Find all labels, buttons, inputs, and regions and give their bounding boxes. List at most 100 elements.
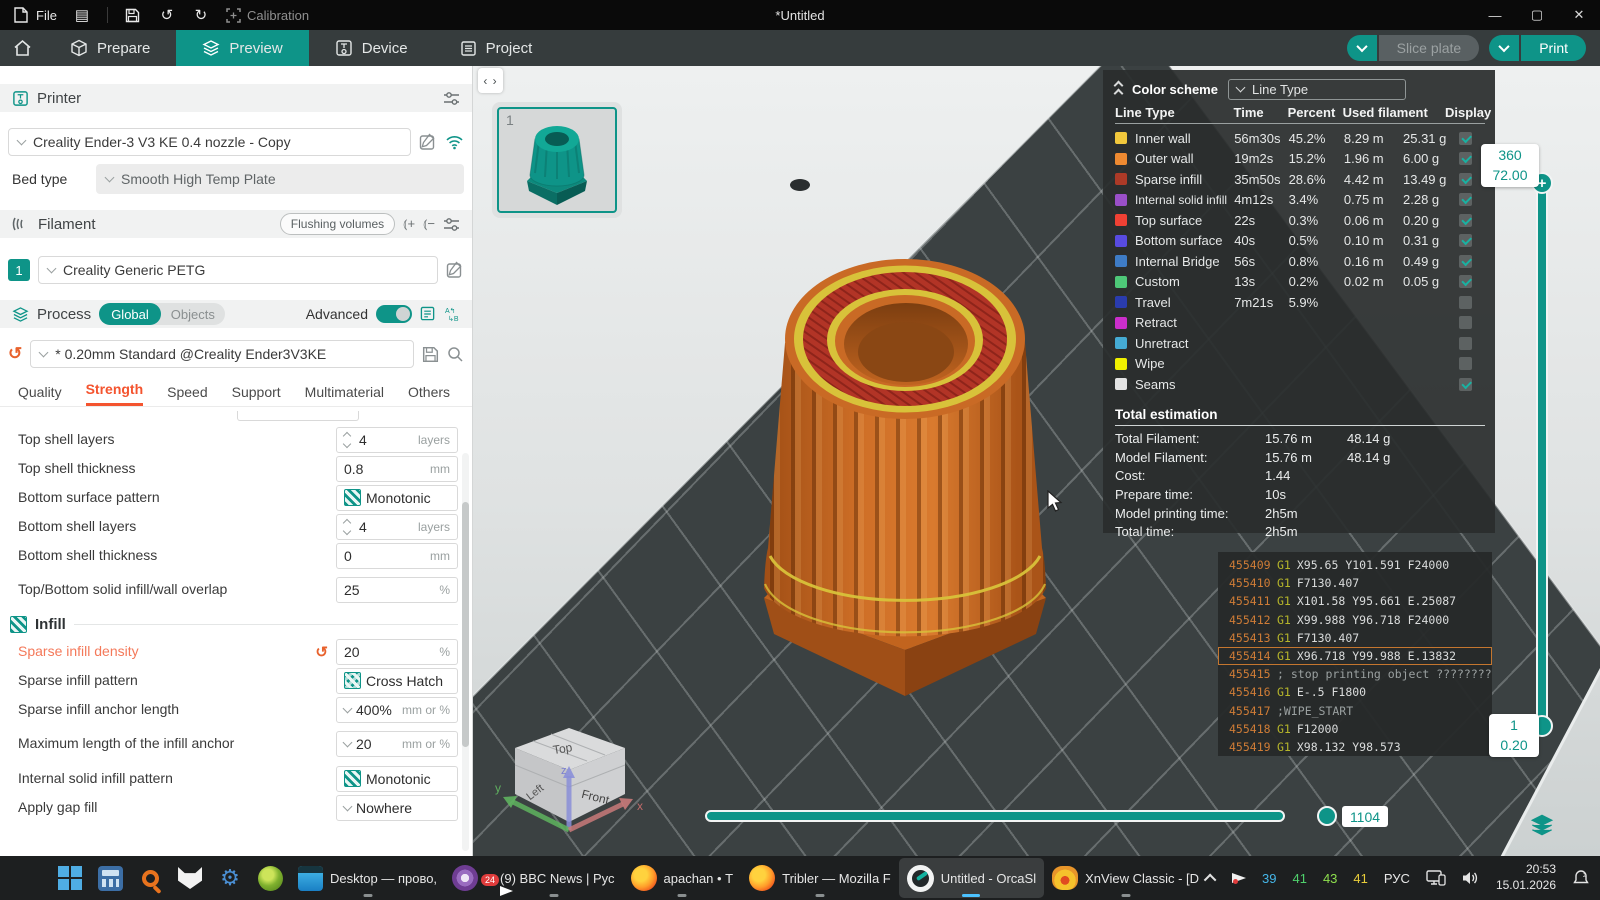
gear-app-icon[interactable]: ⚙ xyxy=(210,858,250,898)
navigation-cube[interactable]: Top Left Front z y x xyxy=(491,718,651,848)
advanced-toggle[interactable] xyxy=(376,305,412,323)
display-checkbox[interactable] xyxy=(1459,214,1472,227)
close-button[interactable]: ✕ xyxy=(1558,0,1600,30)
edit-filament-icon[interactable] xyxy=(446,261,464,279)
bottom-surface-pattern-select[interactable]: Monotonic xyxy=(336,485,458,511)
minimize-button[interactable]: — xyxy=(1474,0,1516,30)
volume-icon[interactable] xyxy=(1462,870,1480,886)
telegram-tray-icon[interactable] xyxy=(1232,873,1246,883)
gcode-line-selected[interactable]: 455414G1X96.718 Y99.988 E.13832 xyxy=(1218,647,1492,665)
parameter-list-icon[interactable] xyxy=(420,306,436,322)
gcode-line[interactable]: 455411G1X101.58 Y95.661 E.25087 xyxy=(1218,592,1492,610)
layer-slider[interactable] xyxy=(1536,177,1548,734)
display-checkbox[interactable] xyxy=(1459,132,1472,145)
plate-thumbnail[interactable]: 1 xyxy=(492,102,622,218)
color-scheme-select[interactable]: Line Type xyxy=(1228,79,1406,100)
display-checkbox[interactable] xyxy=(1459,193,1472,206)
collapse-panel-button[interactable]: ‹ › xyxy=(478,68,503,93)
tab-prepare[interactable]: Prepare xyxy=(44,30,176,66)
display-checkbox[interactable] xyxy=(1459,337,1472,350)
redo-icon[interactable]: ↻ xyxy=(192,6,210,24)
solid-infill-overlap-input[interactable]: 25 % xyxy=(336,577,458,603)
stepper-icon[interactable] xyxy=(344,520,354,534)
taskbar-window-desktop[interactable]: Desktop — прово, xyxy=(290,858,445,898)
preview-viewport[interactable]: ‹ › 1 Color scheme Line Type xyxy=(473,66,1600,856)
gcode-line[interactable]: 455413G1F7130.407 xyxy=(1218,629,1492,647)
home-button[interactable] xyxy=(0,30,44,66)
menu-icon[interactable]: ▤ xyxy=(73,6,91,24)
tab-preview[interactable]: Preview xyxy=(176,30,308,66)
network-icon[interactable] xyxy=(1426,870,1446,886)
infill-anchor-max-select[interactable]: 20 mm or % xyxy=(336,731,458,757)
apply-gap-fill-select[interactable]: Nowhere xyxy=(336,795,458,821)
process-preset-select[interactable]: * 0.20mm Standard @Creality Ender3V3KE xyxy=(30,340,414,368)
print-button[interactable]: Print xyxy=(1489,35,1586,61)
compare-presets-icon[interactable]: A↰↳B xyxy=(444,306,460,322)
flushing-volumes-button[interactable]: Flushing volumes xyxy=(280,213,395,235)
add-filament-icon[interactable]: ⦅+ xyxy=(403,216,415,232)
collapse-legend-icon[interactable] xyxy=(1115,82,1122,97)
display-checkbox[interactable] xyxy=(1459,357,1472,370)
bottom-shell-thickness-input[interactable]: 0 mm xyxy=(336,543,458,569)
top-shell-thickness-input[interactable]: 0.8 mm xyxy=(336,456,458,482)
gcode-viewer[interactable]: 455409G1X95.65 Y101.591 F24000 455410G1F… xyxy=(1218,552,1492,756)
display-checkbox[interactable] xyxy=(1459,378,1472,391)
search-app-icon[interactable] xyxy=(130,858,170,898)
start-button[interactable] xyxy=(50,858,90,898)
tab-multimaterial[interactable]: Multimaterial xyxy=(305,384,384,406)
scrollbar-thumb[interactable] xyxy=(462,502,469,747)
save-preset-icon[interactable] xyxy=(422,346,439,363)
tab-strength[interactable]: Strength xyxy=(86,381,144,406)
taskbar-window-tribler[interactable]: Tribler — Mozilla F xyxy=(741,858,899,898)
taskbar-window-xnview[interactable]: XnView Classic - [D xyxy=(1044,858,1207,898)
stepper-icon[interactable] xyxy=(344,433,354,447)
slice-dropdown-icon[interactable] xyxy=(1347,35,1377,61)
gcode-line[interactable]: 455410G1F7130.407 xyxy=(1218,574,1492,592)
reset-param-icon[interactable]: ↺ xyxy=(315,643,328,661)
gcode-line[interactable]: 455418G1F12000 xyxy=(1218,720,1492,738)
move-slider-handle[interactable] xyxy=(1317,806,1337,826)
sparse-infill-density-input[interactable]: 20 % xyxy=(336,639,458,665)
tor-app-icon[interactable] xyxy=(445,858,485,898)
display-checkbox[interactable] xyxy=(1459,152,1472,165)
display-checkbox[interactable] xyxy=(1459,275,1472,288)
calculator-app-icon[interactable] xyxy=(90,858,130,898)
taskbar-window-orcaslicer[interactable]: Untitled - OrcaSl xyxy=(899,858,1044,898)
sparse-infill-pattern-select[interactable]: Cross Hatch xyxy=(336,668,458,694)
taskbar-window-apachan[interactable]: apachan • Т xyxy=(623,858,742,898)
wifi-icon[interactable] xyxy=(445,134,464,150)
scope-objects[interactable]: Objects xyxy=(161,307,225,322)
internal-solid-pattern-select[interactable]: Monotonic xyxy=(336,766,458,792)
search-icon[interactable] xyxy=(447,346,464,363)
infill-anchor-length-select[interactable]: 400% mm or % xyxy=(336,697,458,723)
move-slider[interactable] xyxy=(705,810,1285,822)
printer-settings-icon[interactable] xyxy=(443,91,460,106)
gcode-line[interactable]: 455412G1X99.988 Y96.718 F24000 xyxy=(1218,611,1492,629)
display-checkbox[interactable] xyxy=(1459,255,1472,268)
display-checkbox[interactable] xyxy=(1459,173,1472,186)
bottom-shell-layers-input[interactable]: 4 layers xyxy=(336,514,458,540)
tab-quality[interactable]: Quality xyxy=(18,384,62,406)
tab-project[interactable]: Project xyxy=(434,30,559,66)
gcode-line[interactable]: 455419G1X98.132 Y98.573 xyxy=(1218,738,1492,756)
foobar-app-icon[interactable] xyxy=(170,858,210,898)
gcode-line[interactable]: 455416G1E-.5 F1800 xyxy=(1218,683,1492,701)
taskbar-window-bbc[interactable]: 24 (9) BBC News | Рус xyxy=(485,858,622,898)
edit-printer-icon[interactable] xyxy=(419,133,437,151)
filament-preset-select[interactable]: Creality Generic PETG xyxy=(38,256,438,284)
bed-type-select[interactable]: Smooth High Temp Plate xyxy=(96,164,464,194)
layers-toggle-icon[interactable] xyxy=(1529,814,1555,836)
language-indicator[interactable]: РУС xyxy=(1384,871,1410,886)
process-scope-toggle[interactable]: Global Objects xyxy=(99,303,225,325)
undo-icon[interactable]: ↺ xyxy=(158,6,176,24)
tab-speed[interactable]: Speed xyxy=(167,384,207,406)
display-checkbox[interactable] xyxy=(1459,296,1472,309)
calibration-button[interactable]: Calibration xyxy=(226,8,309,23)
remove-filament-icon[interactable]: ⦅− xyxy=(423,216,435,232)
tab-device[interactable]: Device xyxy=(309,30,434,66)
gcode-line[interactable]: 455417;WIPE_START xyxy=(1218,702,1492,720)
printer-preset-select[interactable]: Creality Ender-3 V3 KE 0.4 nozzle - Copy xyxy=(8,128,411,156)
display-checkbox[interactable] xyxy=(1459,234,1472,247)
params-scrollbar[interactable] xyxy=(462,453,469,851)
printed-model[interactable] xyxy=(760,248,1065,708)
